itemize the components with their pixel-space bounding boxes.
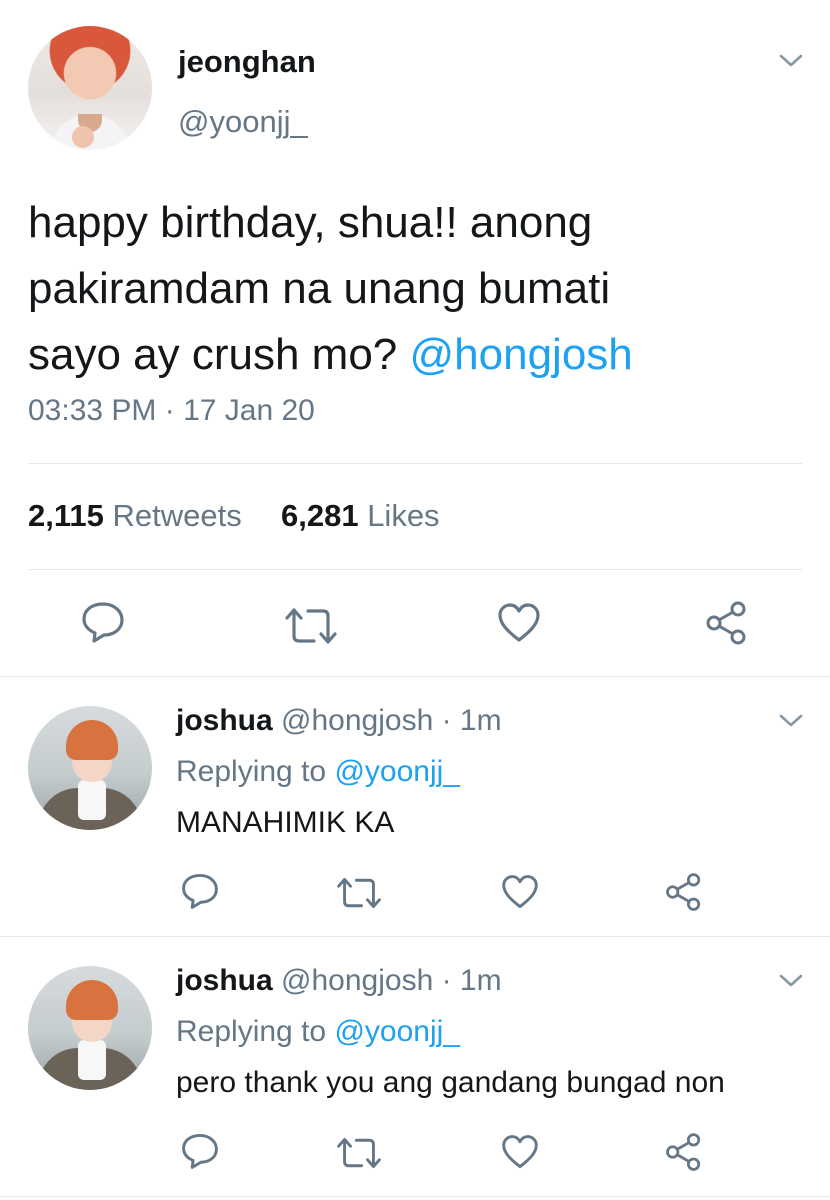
- replying-label: Replying to: [176, 755, 327, 788]
- tweet-text-line-content: sayo ay crush mo?: [28, 330, 410, 379]
- like-count: 6,281: [280, 498, 359, 533]
- reply-icon[interactable]: [180, 1132, 220, 1170]
- author-handle[interactable]: @yoonjj_: [178, 104, 308, 140]
- divider: [0, 1196, 830, 1197]
- replying-to: Replying to @yoonjj_: [176, 1015, 460, 1049]
- retweet-stat[interactable]: 2,115 Retweets: [28, 498, 242, 533]
- timestamp[interactable]: 03:33 PM · 17 Jan 20: [28, 394, 315, 428]
- tweet-text: happy birthday, shua!! anong pakiramdam …: [28, 190, 808, 388]
- divider: [28, 569, 802, 570]
- retweet-icon[interactable]: [284, 606, 338, 646]
- replying-mention[interactable]: @yoonjj_: [334, 755, 460, 788]
- chevron-down-icon[interactable]: [778, 712, 804, 730]
- retweet-icon[interactable]: [336, 1136, 382, 1170]
- divider: [0, 936, 830, 937]
- retweet-count: 2,115: [28, 498, 104, 533]
- share-icon[interactable]: [704, 600, 750, 646]
- share-icon[interactable]: [664, 872, 704, 912]
- avatar-neck: [78, 780, 106, 820]
- like-stat[interactable]: 6,281 Likes: [281, 498, 440, 533]
- avatar-hand: [72, 126, 94, 148]
- avatar-hair: [66, 980, 118, 1020]
- avatar[interactable]: [28, 966, 152, 1090]
- like-icon[interactable]: [496, 602, 542, 644]
- avatar[interactable]: [28, 26, 152, 150]
- replying-mention[interactable]: @yoonjj_: [334, 1015, 460, 1048]
- tweet-stats: 2,115 Retweets 6,281 Likes: [28, 498, 440, 534]
- tweet-text-line: pakiramdam na unang bumati: [28, 264, 611, 313]
- like-label: Likes: [367, 498, 440, 533]
- reply-text: pero thank you ang gandang bungad non: [176, 1066, 725, 1099]
- avatar-neck: [78, 1040, 106, 1080]
- retweet-label: Retweets: [112, 498, 242, 533]
- author-name[interactable]: jeonghan: [178, 44, 316, 80]
- reply-icon[interactable]: [180, 872, 220, 910]
- mention-link[interactable]: @hongjosh: [410, 330, 633, 379]
- reply-header: joshua @hongjosh · 1m: [176, 704, 502, 738]
- replying-to: Replying to @yoonjj_: [176, 755, 460, 789]
- avatar-hair: [66, 720, 118, 760]
- like-icon[interactable]: [500, 874, 540, 910]
- author-name[interactable]: joshua: [176, 964, 273, 997]
- tweet-text-line: happy birthday, shua!! anong: [28, 198, 593, 247]
- reply-header: joshua @hongjosh · 1m: [176, 964, 502, 998]
- author-handle[interactable]: @hongjosh: [281, 704, 433, 737]
- reply-text: MANAHIMIK KA: [176, 806, 395, 839]
- like-icon[interactable]: [500, 1134, 540, 1170]
- divider: [28, 463, 802, 464]
- chevron-down-icon[interactable]: [778, 972, 804, 990]
- reply-time[interactable]: · 1m: [442, 964, 502, 997]
- author-name[interactable]: joshua: [176, 704, 273, 737]
- chevron-down-icon[interactable]: [778, 52, 804, 70]
- reply-icon[interactable]: [80, 600, 126, 644]
- retweet-icon[interactable]: [336, 876, 382, 910]
- reply-time[interactable]: · 1m: [442, 704, 502, 737]
- replying-label: Replying to: [176, 1015, 327, 1048]
- divider: [0, 676, 830, 677]
- tweet-text-line: sayo ay crush mo? @hongjosh: [28, 322, 808, 388]
- author-handle[interactable]: @hongjosh: [281, 964, 433, 997]
- share-icon[interactable]: [664, 1132, 704, 1172]
- avatar[interactable]: [28, 706, 152, 830]
